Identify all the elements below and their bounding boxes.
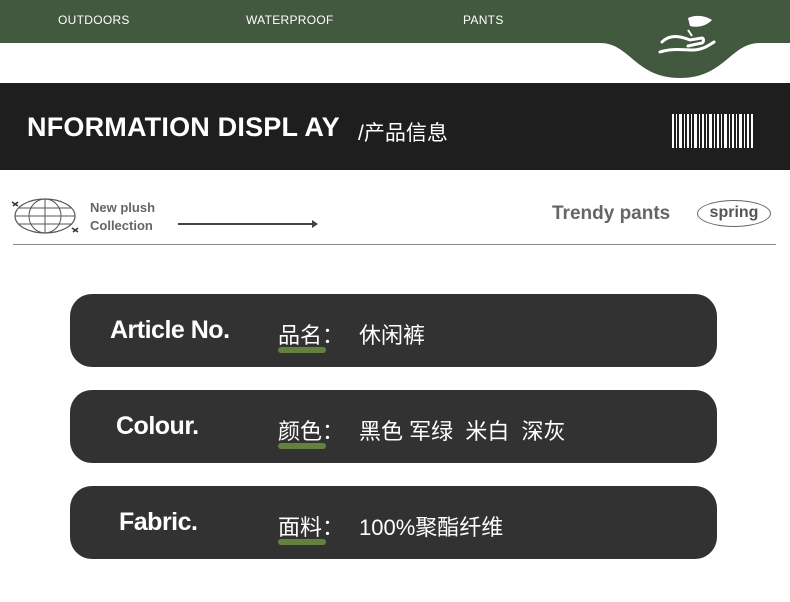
info-card-fabric: Fabric. 面料： 100%聚酯纤维 (70, 486, 717, 559)
info-card-colour: Colour. 颜色： 黑色 军绿 米白 深灰 (70, 390, 717, 463)
hand-leaf-icon (658, 15, 716, 54)
spring-tag: spring (697, 200, 771, 227)
nav-item-pants[interactable]: PANTS (463, 13, 504, 27)
globe-icon (11, 198, 79, 234)
barcode-icon (672, 114, 753, 148)
card-value: 黑色 军绿 米白 深灰 (359, 419, 566, 444)
info-subtitle: /产品信息 (358, 122, 448, 145)
new-plush-collection: New plush Collection (90, 199, 155, 235)
card-key: 品名： (278, 318, 345, 353)
card-label: Colour. (116, 412, 199, 440)
nav-item-outdoors[interactable]: OUTDOORS (58, 13, 130, 27)
card-key-text: 面料： (278, 515, 345, 540)
trendy-pants-label: Trendy pants (552, 203, 671, 224)
info-title: NFORMATION DISPL AY (27, 112, 340, 142)
section-divider (13, 244, 776, 245)
card-key-text: 颜色： (278, 419, 345, 444)
card-value: 100%聚酯纤维 (359, 515, 504, 540)
card-label: Fabric. (119, 508, 198, 536)
card-value: 休闲裤 (359, 323, 426, 348)
arrow-right-icon (178, 220, 318, 228)
collection-line-2: Collection (90, 218, 153, 233)
card-label: Article No. (110, 316, 230, 344)
info-card-article: Article No. 品名： 休闲裤 (70, 294, 717, 367)
card-key: 面料： (278, 510, 345, 545)
collection-line-1: New plush (90, 200, 156, 215)
card-key: 颜色： (278, 414, 345, 449)
card-key-text: 品名： (278, 323, 345, 348)
nav-item-waterproof[interactable]: WATERPROOF (246, 13, 334, 27)
